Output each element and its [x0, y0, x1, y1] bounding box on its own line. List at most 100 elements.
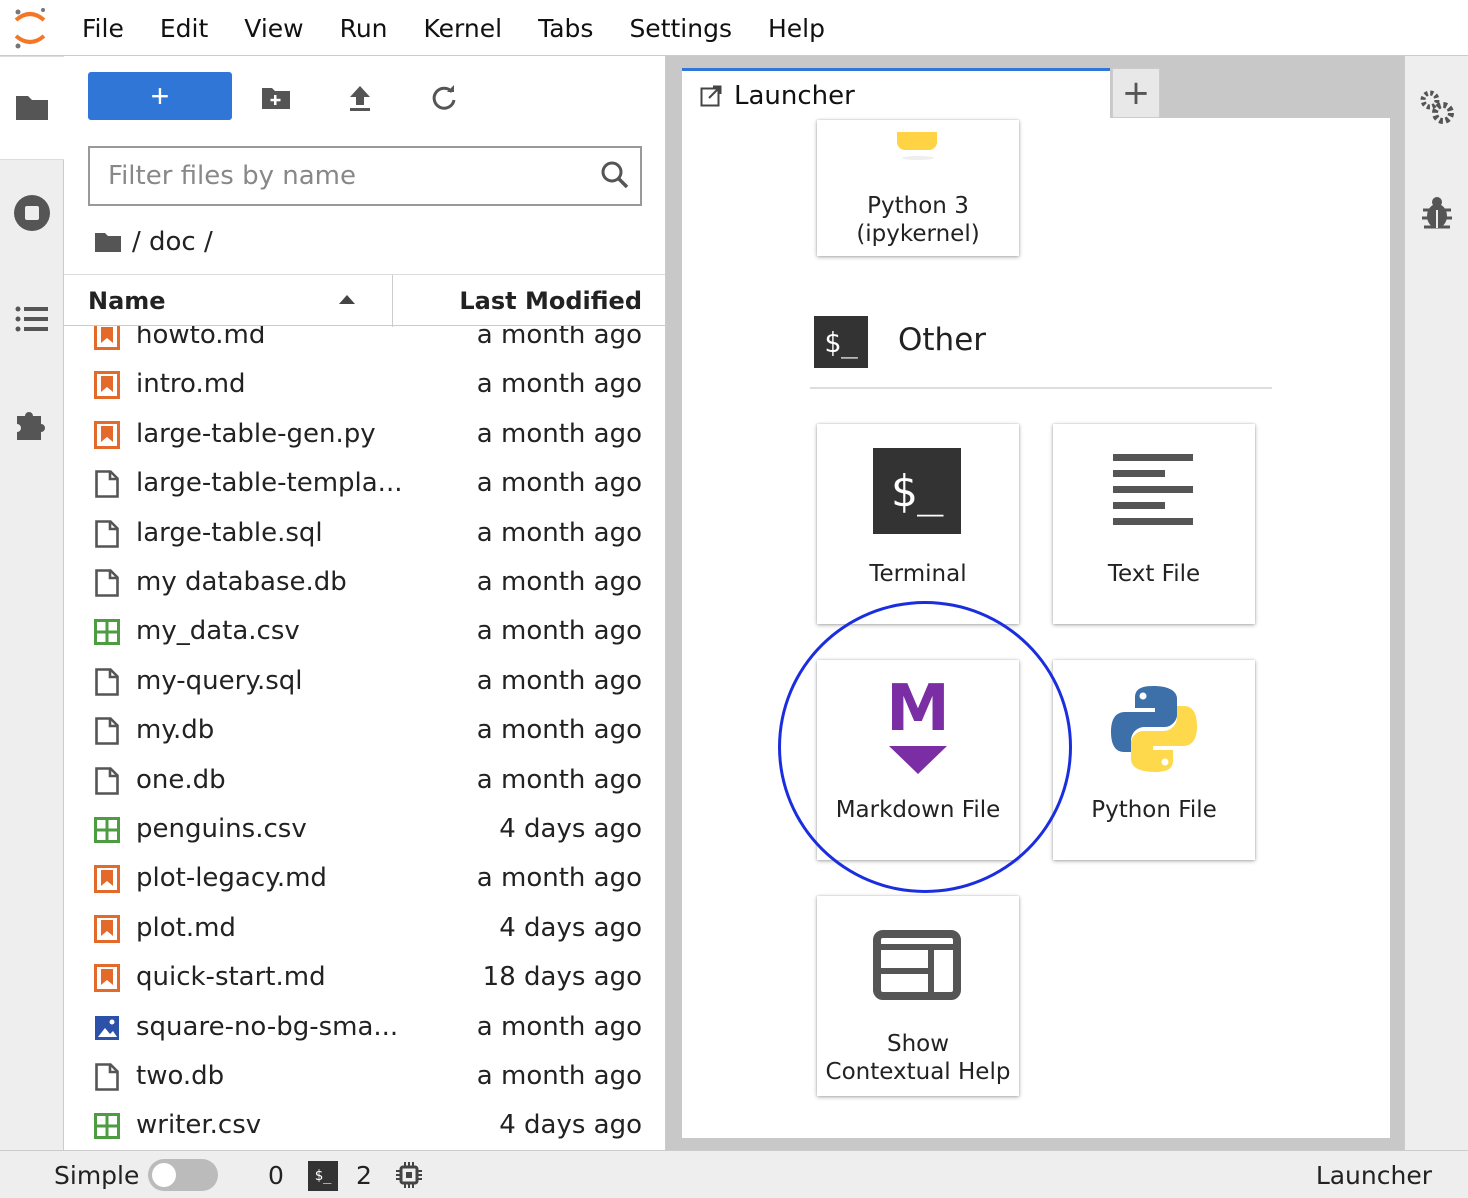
- file-row[interactable]: quick-start.md 18 days ago: [64, 954, 665, 1003]
- name-column-header[interactable]: Name: [88, 287, 166, 315]
- menu-file[interactable]: File: [64, 14, 142, 43]
- launcher-card-terminal[interactable]: $_ Terminal: [817, 424, 1019, 624]
- launcher-card-python3-kernel[interactable]: Python 3 (ipykernel): [817, 120, 1019, 256]
- file-row[interactable]: intro.md a month ago: [64, 361, 665, 410]
- launcher-card-label: Markdown File: [835, 797, 1001, 823]
- file-modified: 4 days ago: [499, 814, 642, 844]
- file-row[interactable]: penguins.csv 4 days ago: [64, 806, 665, 855]
- file-row[interactable]: large-table.sql a month ago: [64, 510, 665, 559]
- search-icon: [601, 161, 629, 189]
- file-name: plot-legacy.md: [136, 863, 327, 894]
- other-section-icon: $_: [814, 316, 868, 368]
- menu-run[interactable]: Run: [322, 14, 406, 43]
- sidebar-toc-tab[interactable]: [0, 284, 64, 354]
- jupyterlab-window: File Edit View Run Kernel Tabs Settings …: [0, 0, 1468, 1198]
- launcher-tab-icon: [700, 85, 722, 107]
- sidebar-extensions-tab[interactable]: [0, 390, 64, 460]
- spreadsheet-file-icon: [94, 618, 120, 648]
- menu-bar: File Edit View Run Kernel Tabs Settings …: [0, 0, 1468, 56]
- kernel-count[interactable]: 0: [268, 1161, 284, 1190]
- file-modified: a month ago: [476, 665, 642, 696]
- contextual-help-icon: [873, 930, 961, 1000]
- file-name: large-table-gen.py: [136, 418, 376, 449]
- file-modified: a month ago: [476, 764, 642, 795]
- file-modified: a month ago: [476, 863, 642, 894]
- spreadsheet-file-icon: [94, 816, 120, 846]
- filter-box: [88, 146, 642, 206]
- file-name: my.db: [136, 715, 215, 746]
- generic-file-icon: [94, 717, 120, 747]
- menu-settings[interactable]: Settings: [611, 14, 750, 43]
- filter-input[interactable]: [90, 148, 570, 204]
- file-name: quick-start.md: [136, 962, 326, 993]
- file-row[interactable]: two.db a month ago: [64, 1053, 665, 1102]
- terminal-icon: $_: [873, 448, 961, 534]
- sort-ascending-icon[interactable]: [338, 293, 356, 305]
- menu-kernel[interactable]: Kernel: [406, 14, 521, 43]
- file-name: square-no-bg-sma...: [136, 1011, 399, 1042]
- file-row[interactable]: my.db a month ago: [64, 707, 665, 756]
- new-folder-button[interactable]: [258, 80, 294, 116]
- generic-file-icon: [94, 569, 120, 599]
- menu-edit[interactable]: Edit: [142, 14, 226, 43]
- generic-file-icon: [94, 470, 120, 500]
- launcher-card-markdown-file[interactable]: M Markdown File: [817, 660, 1019, 860]
- file-modified: a month ago: [476, 517, 642, 548]
- menu-help[interactable]: Help: [750, 14, 843, 43]
- file-row[interactable]: square-no-bg-sma... a month ago: [64, 1004, 665, 1053]
- launcher-card-contextual-help[interactable]: Show Contextual Help: [817, 896, 1019, 1096]
- file-row[interactable]: large-table-templa... a month ago: [64, 460, 665, 509]
- file-row[interactable]: plot.md 4 days ago: [64, 905, 665, 954]
- cpu-chip-icon[interactable]: [396, 1161, 422, 1189]
- file-row[interactable]: one.db a month ago: [64, 757, 665, 806]
- file-name: my database.db: [136, 567, 347, 597]
- python-logo-icon: [1111, 686, 1197, 772]
- breadcrumb-path[interactable]: / doc /: [132, 227, 213, 257]
- file-row[interactable]: plot-legacy.md a month ago: [64, 855, 665, 904]
- python-logo-icon: [897, 132, 937, 160]
- markdown-file-icon: [94, 964, 120, 994]
- file-name: my_data.csv: [136, 616, 300, 647]
- add-tab-button[interactable]: +: [1112, 68, 1160, 118]
- toggle-knob: [152, 1163, 176, 1187]
- folder-icon[interactable]: [94, 230, 122, 254]
- file-modified: a month ago: [476, 418, 642, 449]
- menu-view[interactable]: View: [226, 14, 321, 43]
- menu-list: File Edit View Run Kernel Tabs Settings …: [64, 0, 843, 56]
- refresh-button[interactable]: [426, 80, 462, 116]
- launcher-card-python-file[interactable]: Python File: [1053, 660, 1255, 860]
- column-divider[interactable]: [392, 275, 393, 327]
- last-modified-column-header[interactable]: Last Modified: [459, 287, 642, 315]
- puzzle-icon: [17, 412, 45, 440]
- sidebar-debugger-tab[interactable]: [1405, 178, 1468, 248]
- file-row[interactable]: howto.md a month ago: [64, 326, 665, 361]
- file-row[interactable]: large-table-gen.py a month ago: [64, 411, 665, 460]
- file-row[interactable]: my_data.csv a month ago: [64, 608, 665, 657]
- tab-launcher-label: Launcher: [734, 81, 855, 111]
- right-sidebar: [1404, 56, 1468, 1150]
- file-modified: a month ago: [476, 369, 642, 400]
- file-modified: a month ago: [476, 567, 642, 597]
- file-name: penguins.csv: [136, 814, 307, 844]
- simple-mode-toggle[interactable]: [148, 1159, 218, 1191]
- file-modified: a month ago: [476, 468, 642, 499]
- file-row[interactable]: my database.db a month ago: [64, 559, 665, 608]
- upload-button[interactable]: [342, 80, 378, 116]
- file-row[interactable]: my-query.sql a month ago: [64, 658, 665, 707]
- file-modified: a month ago: [476, 326, 642, 350]
- file-name: my-query.sql: [136, 665, 303, 696]
- sidebar-property-inspector-tab[interactable]: [1405, 72, 1468, 142]
- terminal-count[interactable]: 2: [356, 1161, 372, 1190]
- left-sidebar: [0, 56, 66, 1150]
- file-modified: a month ago: [476, 715, 642, 746]
- new-launcher-button[interactable]: +: [88, 72, 232, 120]
- launcher-card-text-file[interactable]: Text File: [1053, 424, 1255, 624]
- sidebar-file-browser-tab[interactable]: [0, 72, 64, 142]
- generic-file-icon: [94, 667, 120, 698]
- terminal-status-icon[interactable]: $_: [308, 1161, 338, 1191]
- file-modified: 4 days ago: [499, 1110, 642, 1141]
- file-row[interactable]: writer.csv 4 days ago: [64, 1102, 665, 1150]
- file-modified: 4 days ago: [499, 912, 642, 943]
- sidebar-running-tab[interactable]: [0, 178, 64, 248]
- menu-tabs[interactable]: Tabs: [520, 14, 611, 43]
